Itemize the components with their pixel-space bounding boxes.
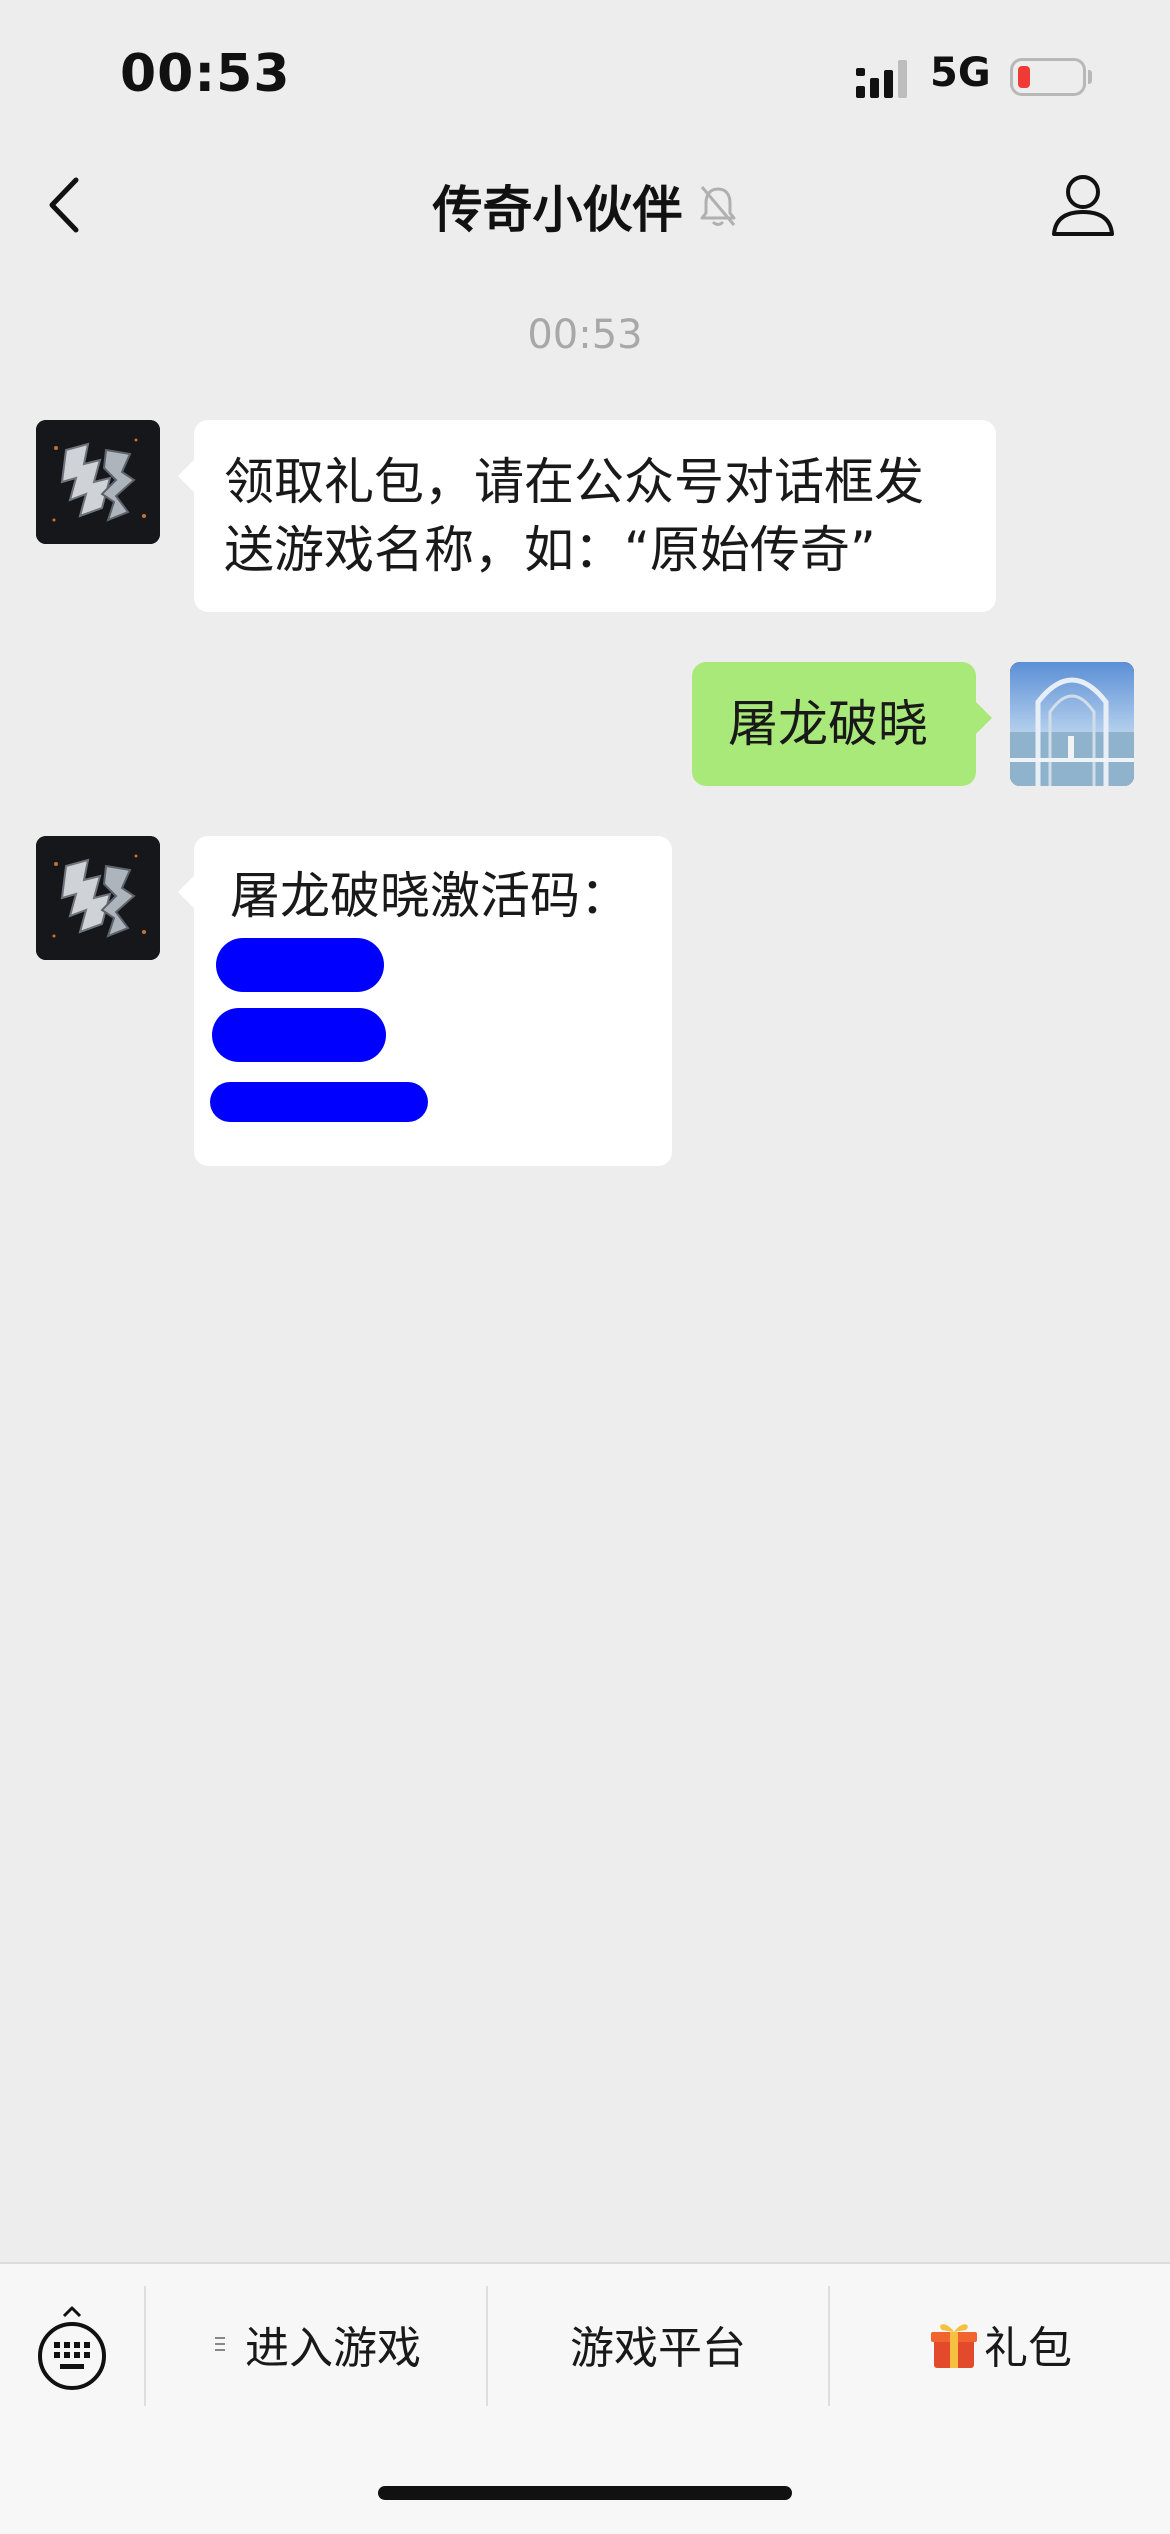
- user-photo-icon: [1010, 662, 1134, 786]
- menu-item-gift-pack[interactable]: 礼包: [830, 2284, 1170, 2404]
- menu-item-enter-game[interactable]: 进入游戏: [146, 2284, 486, 2404]
- dragon-logo-icon: [36, 420, 160, 544]
- my-avatar[interactable]: [1010, 662, 1134, 786]
- list-icon: [215, 2337, 225, 2351]
- home-indicator: [378, 2486, 792, 2500]
- status-bar: 00:53 5G: [0, 0, 1170, 150]
- status-time: 00:53: [120, 44, 291, 104]
- message-text-line: 领取礼包，请在公众号对话框发: [224, 453, 924, 511]
- message-bubble-incoming[interactable]: 领取礼包，请在公众号对话框发 送游戏名称，如：“原始传奇”: [178, 420, 996, 612]
- redaction-scribble: [212, 1008, 386, 1062]
- menu-item-label: 礼包: [984, 2323, 1072, 2374]
- dragon-logo-icon: [36, 836, 160, 960]
- network-type: 5G: [930, 50, 991, 96]
- nav-bar: 传奇小伙伴: [0, 150, 1170, 265]
- message-bubble-outgoing[interactable]: 屠龙破晓: [692, 662, 992, 786]
- battery-icon: [1010, 58, 1086, 96]
- chat-timestamp: 00:53: [527, 312, 643, 358]
- mute-bell-icon: [700, 186, 736, 226]
- menu-item-game-platform[interactable]: 游戏平台: [488, 2284, 828, 2404]
- redaction-scribble: [210, 1082, 428, 1122]
- nav-title-wrap: 传奇小伙伴: [0, 170, 1170, 242]
- redaction-scribble: [216, 938, 384, 992]
- message-text-line: 送游戏名称，如：“原始传奇”: [224, 521, 876, 579]
- menu-item-label: 游戏平台: [570, 2323, 746, 2374]
- official-account-avatar[interactable]: [36, 836, 160, 960]
- keyboard-toggle-icon[interactable]: [34, 2304, 110, 2392]
- gift-icon: [931, 2324, 977, 2368]
- message-bubble-incoming[interactable]: 屠龙破晓激活码：: [178, 836, 672, 1166]
- message-text: 屠龙破晓激活码：: [230, 867, 630, 925]
- official-account-avatar[interactable]: [36, 420, 160, 544]
- signal-icon: [856, 60, 907, 98]
- profile-icon[interactable]: [1050, 172, 1116, 238]
- message-text: 屠龙破晓: [728, 695, 928, 753]
- chat-title: 传奇小伙伴: [432, 181, 683, 239]
- battery-tip: [1088, 70, 1092, 84]
- menu-item-label: 进入游戏: [245, 2323, 421, 2374]
